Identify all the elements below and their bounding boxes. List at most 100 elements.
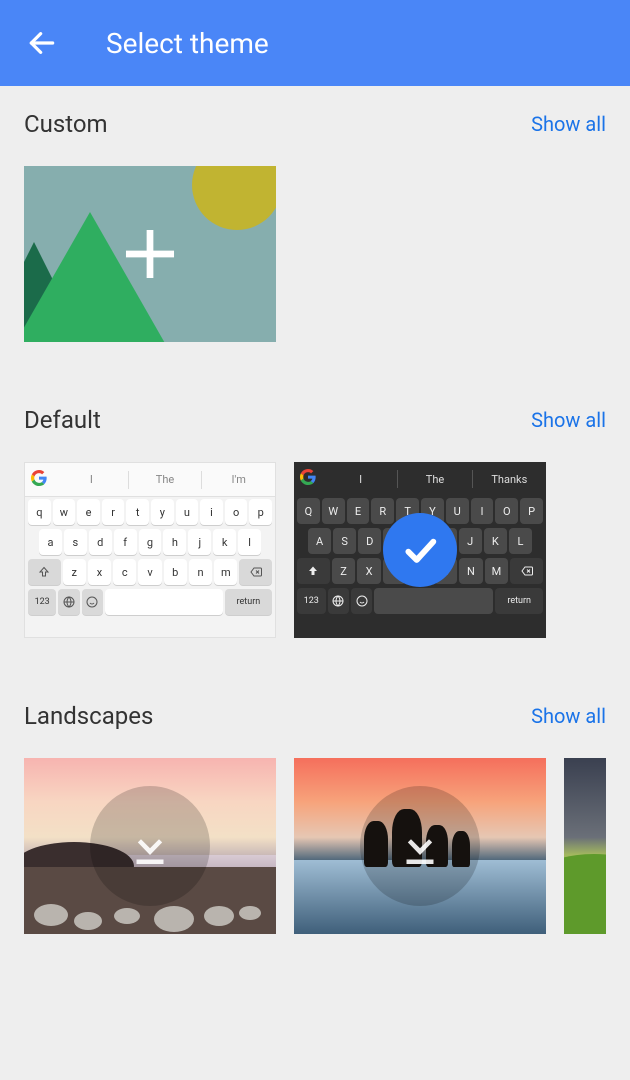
key: y (151, 499, 174, 525)
shift-key (28, 559, 61, 585)
plus-icon (119, 223, 181, 285)
key: x (88, 559, 111, 585)
section-header-default: Default Show all (24, 406, 606, 434)
key: c (113, 559, 136, 585)
key: K (484, 528, 507, 554)
key: g (139, 529, 162, 555)
keyboard-row: a s d f g h j k l (25, 527, 275, 557)
key: n (189, 559, 212, 585)
key: L (509, 528, 532, 554)
space-key (374, 588, 493, 614)
key: O (495, 498, 518, 524)
section-title-default: Default (24, 406, 101, 434)
check-icon (400, 530, 440, 570)
sun-shape (192, 166, 276, 230)
key: t (126, 499, 149, 525)
key: z (63, 559, 86, 585)
shift-key (297, 558, 330, 584)
key: I (471, 498, 494, 524)
key: k (213, 529, 236, 555)
download-icon (123, 819, 177, 873)
backspace-key (510, 558, 543, 584)
add-custom-theme-tile[interactable] (24, 166, 276, 342)
key: Q (297, 498, 320, 524)
suggestion-item: The (398, 473, 471, 486)
key: d (89, 529, 112, 555)
section-default: Default Show all I The I'm q w e r t y (0, 382, 630, 638)
section-title-landscapes: Landscapes (24, 702, 153, 730)
section-title-custom: Custom (24, 110, 108, 138)
key: Z (332, 558, 355, 584)
globe-icon (332, 595, 344, 607)
google-logo-icon (31, 470, 51, 490)
download-overlay (360, 786, 480, 906)
key: m (214, 559, 237, 585)
theme-tile-landscape-3[interactable] (564, 758, 606, 934)
download-overlay (90, 786, 210, 906)
show-all-landscapes[interactable]: Show all (531, 704, 606, 728)
key: S (333, 528, 356, 554)
key: A (308, 528, 331, 554)
key: D (358, 528, 381, 554)
key: b (164, 559, 187, 585)
keyboard-row: 123 return (294, 586, 546, 616)
keyboard-row: z x c v b n m (25, 557, 275, 587)
emoji-icon (356, 595, 368, 607)
numbers-key: 123 (297, 588, 326, 614)
suggestion-item: The (129, 473, 202, 486)
section-header-custom: Custom Show all (24, 110, 606, 138)
key: s (64, 529, 87, 555)
section-custom: Custom Show all (0, 86, 630, 342)
selected-badge (383, 513, 457, 587)
theme-tile-default-dark[interactable]: I The Thanks Q W E R T Y U I O P A S (294, 462, 546, 638)
theme-tile-landscape-2[interactable] (294, 758, 546, 934)
page-title: Select theme (106, 27, 269, 60)
space-key (105, 589, 223, 615)
suggestion-item: Thanks (473, 473, 546, 486)
back-button[interactable] (18, 19, 66, 67)
key: i (200, 499, 223, 525)
key: u (176, 499, 199, 525)
google-logo-icon (300, 469, 320, 489)
globe-icon (63, 596, 75, 608)
suggestion-row: I The Thanks (294, 462, 546, 496)
key: f (114, 529, 137, 555)
show-all-default[interactable]: Show all (531, 408, 606, 432)
theme-tile-landscape-1[interactable] (24, 758, 276, 934)
emoji-key (82, 589, 103, 615)
download-icon (393, 819, 447, 873)
key: j (188, 529, 211, 555)
return-key: return (225, 589, 272, 615)
back-arrow-icon (26, 27, 58, 59)
key: l (238, 529, 261, 555)
key: a (39, 529, 62, 555)
key: p (249, 499, 272, 525)
backspace-icon (520, 565, 534, 577)
show-all-custom[interactable]: Show all (531, 112, 606, 136)
section-header-landscapes: Landscapes Show all (24, 702, 606, 730)
globe-key (328, 588, 349, 614)
app-header: Select theme (0, 0, 630, 86)
key: J (459, 528, 482, 554)
key: X (357, 558, 380, 584)
numbers-key: 123 (28, 589, 56, 615)
theme-tile-default-light[interactable]: I The I'm q w e r t y u i o p a s (24, 462, 276, 638)
suggestion-item: I'm (202, 473, 275, 486)
emoji-key (351, 588, 372, 614)
key: r (102, 499, 125, 525)
key: E (347, 498, 370, 524)
key: N (459, 558, 482, 584)
backspace-key (239, 559, 272, 585)
suggestion-item: I (55, 473, 128, 486)
key: P (520, 498, 543, 524)
shift-icon (38, 566, 50, 578)
suggestion-item: I (324, 473, 397, 486)
key: U (446, 498, 469, 524)
section-landscapes: Landscapes Show all (0, 678, 630, 934)
key: M (485, 558, 508, 584)
key: h (163, 529, 186, 555)
key: v (138, 559, 161, 585)
emoji-icon (86, 596, 98, 608)
return-key: return (495, 588, 543, 614)
keyboard-row: 123 return (25, 587, 275, 617)
